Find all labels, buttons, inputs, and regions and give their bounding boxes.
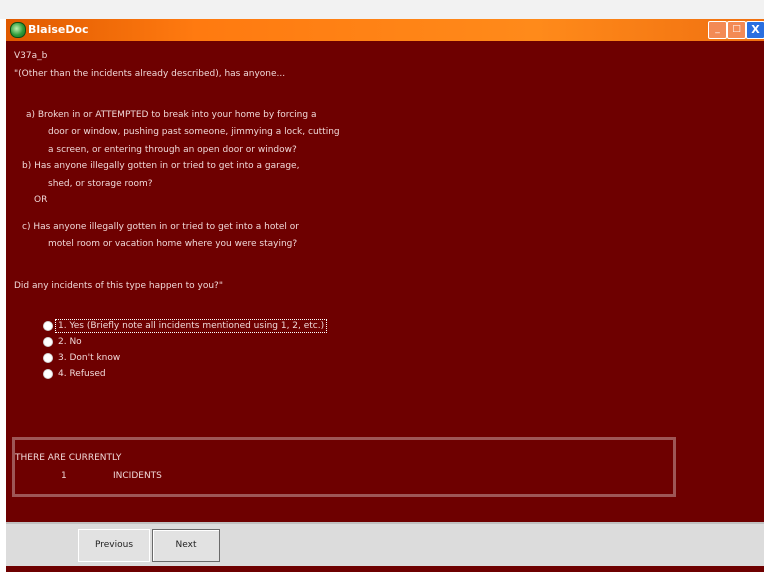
answer-options: 1. Yes (Briefly note all incidents menti… — [44, 318, 328, 382]
incident-count-panel: THERE ARE CURRENTLY 1 INCIDENTS — [12, 437, 676, 497]
radio-icon[interactable] — [44, 354, 52, 362]
radio-icon[interactable] — [44, 322, 52, 330]
title-bar[interactable]: BlaiseDoc _ □ X — [6, 19, 764, 41]
incident-count: 1 — [61, 471, 67, 481]
previous-button[interactable]: Previous — [78, 529, 150, 562]
answer-option-label: 3. Don't know — [58, 353, 121, 363]
navigation-bar: Previous Next — [6, 522, 764, 566]
question-line: OR — [34, 195, 48, 205]
question-line: c) Has anyone illegally gotten in or tri… — [22, 222, 299, 232]
question-prompt: Did any incidents of this type happen to… — [14, 281, 223, 291]
answer-option-dont-know[interactable]: 3. Don't know — [44, 350, 326, 366]
question-line: b) Has anyone illegally gotten in or tri… — [22, 161, 300, 171]
window-bottom-edge — [6, 566, 764, 572]
question-line: a) Broken in or ATTEMPTED to break into … — [26, 110, 317, 120]
next-button[interactable]: Next — [152, 529, 220, 562]
answer-option-label: 2. No — [58, 337, 82, 347]
answer-option-refused[interactable]: 4. Refused — [44, 366, 326, 382]
incident-heading: THERE ARE CURRENTLY — [15, 453, 122, 463]
close-button[interactable]: X — [746, 21, 764, 39]
question-line: motel room or vacation home where you we… — [48, 239, 298, 249]
answer-option-no[interactable]: 2. No — [44, 334, 326, 350]
question-line: shed, or storage room? — [48, 179, 153, 189]
app-window: BlaiseDoc _ □ X V37a_b "(Other than the … — [6, 19, 764, 572]
radio-icon[interactable] — [44, 370, 52, 378]
answer-option-label: 4. Refused — [58, 369, 106, 379]
question-intro: "(Other than the incidents already descr… — [14, 69, 286, 79]
window-title: BlaiseDoc — [28, 23, 89, 36]
answer-option-label: 1. Yes (Briefly note all incidents menti… — [54, 319, 328, 333]
app-icon — [10, 22, 26, 38]
field-id: V37a_b — [14, 51, 48, 61]
minimize-button[interactable]: _ — [708, 21, 727, 39]
answer-option-yes[interactable]: 1. Yes (Briefly note all incidents menti… — [44, 318, 328, 334]
top-strip — [0, 0, 764, 19]
incident-label: INCIDENTS — [113, 471, 162, 481]
maximize-button[interactable]: □ — [727, 21, 746, 39]
question-line: a screen, or entering through an open do… — [48, 145, 297, 155]
radio-icon[interactable] — [44, 338, 52, 346]
question-line: door or window, pushing past someone, ji… — [48, 127, 340, 137]
